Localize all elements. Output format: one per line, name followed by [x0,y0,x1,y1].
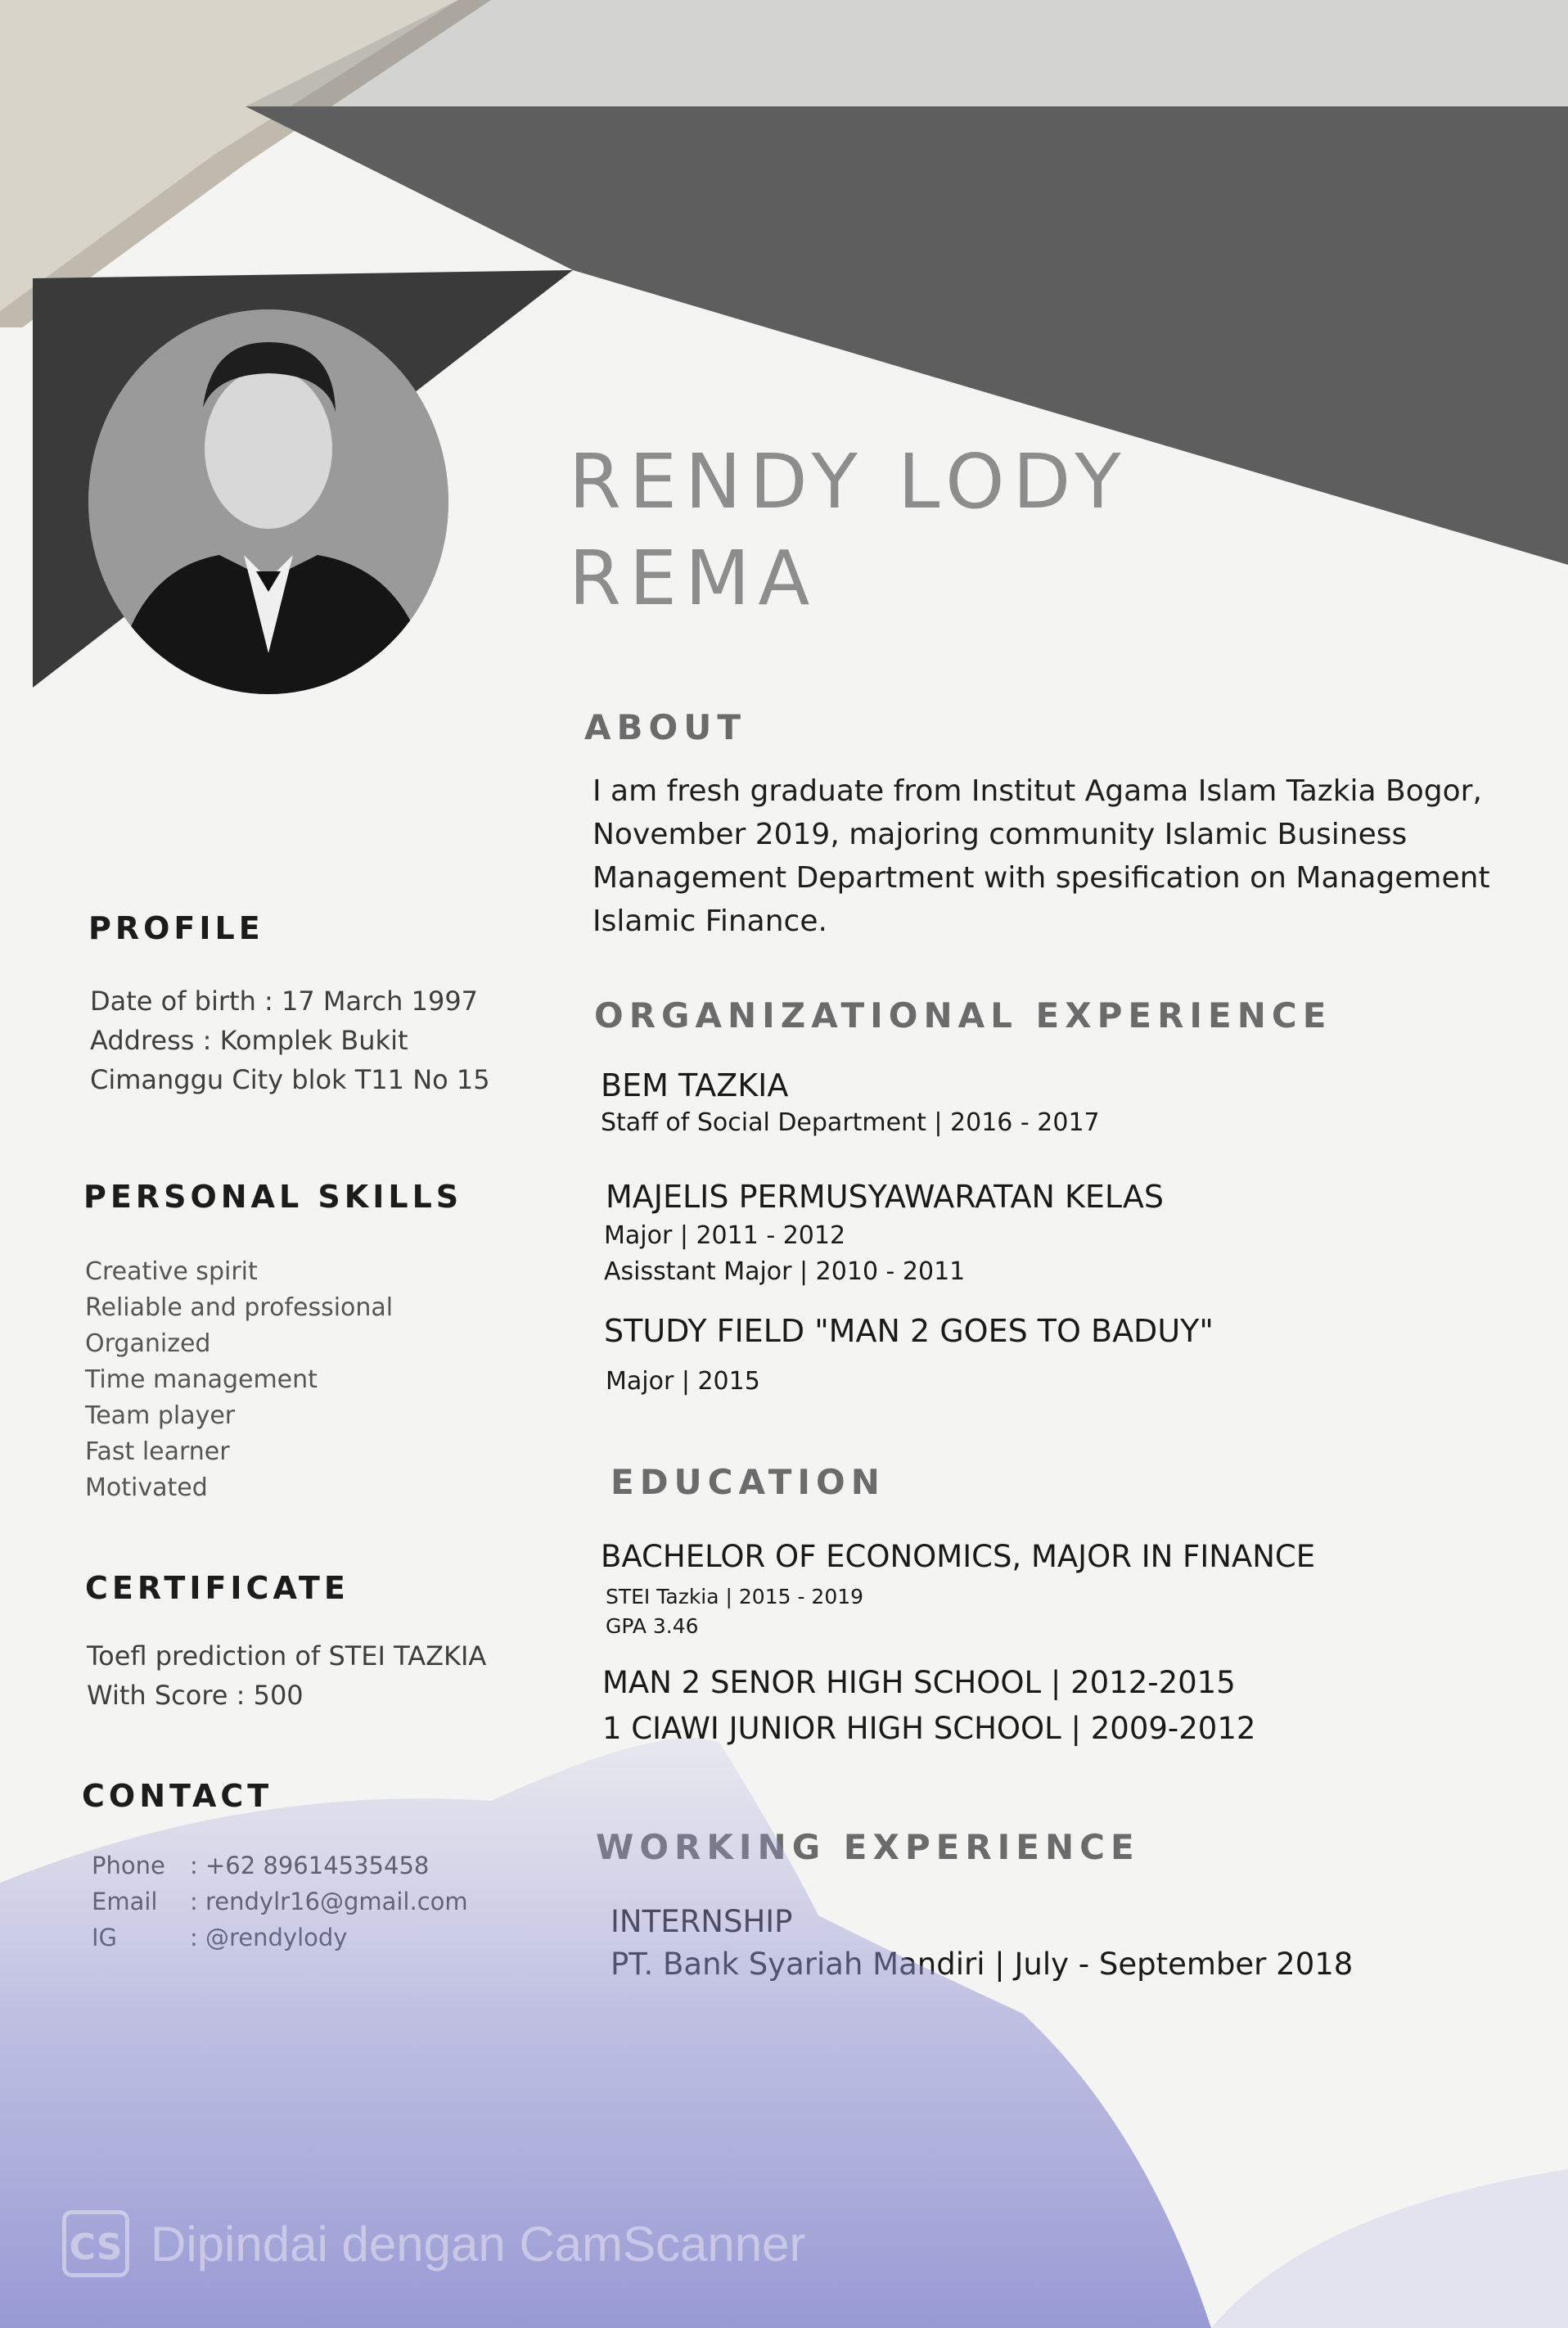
certificate-line: Toefl prediction of STEI TAZKIA [87,1640,487,1672]
org-title: MAJELIS PERMUSYAWARATAN KELAS [606,1179,1165,1215]
org-detail: Asisstant Major | 2010 - 2011 [604,1257,966,1286]
org-title: BEM TAZKIA [601,1067,789,1103]
camscanner-logo: CS [62,2210,129,2277]
org-title: STUDY FIELD "MAN 2 GOES TO BADUY" [604,1313,1214,1349]
camscanner-text: Dipindai dengan CamScanner [151,2216,806,2272]
education-school: STEI Tazkia | 2015 - 2019 [606,1585,864,1608]
org-heading: ORGANIZATIONAL EXPERIENCE [594,995,1332,1035]
work-title: INTERNSHIP [611,1904,793,1939]
skill-item: Organized [85,1329,211,1358]
org-detail: Major | 2011 - 2012 [604,1221,846,1250]
skill-item: Creative spirit [85,1257,258,1286]
profile-address: Address : Komplek Bukit [90,1025,408,1056]
education-high-school: MAN 2 SENOR HIGH SCHOOL | 2012-2015 [602,1665,1236,1700]
about-line: I am fresh graduate from Institut Agama … [593,774,1482,808]
profile-heading: PROFILE [88,910,264,946]
skill-item: Time management [85,1365,318,1394]
work-detail: PT. Bank Syariah Mandiri | July - Septem… [611,1947,1354,1982]
name-line-2: REMA [569,535,818,622]
about-heading: ABOUT [584,707,746,747]
skills-heading: PERSONAL SKILLS [83,1179,463,1215]
profile-address-cont: Cimanggu City blok T11 No 15 [90,1064,490,1095]
org-detail: Major | 2015 [606,1367,760,1396]
profile-dob: Date of birth : 17 March 1997 [90,986,479,1017]
skill-item: Fast learner [85,1437,230,1466]
contact-phone-label: Phone [92,1852,165,1879]
contact-email-label: Email [92,1888,158,1915]
education-heading: EDUCATION [611,1462,885,1502]
contact-heading: CONTACT [82,1778,273,1814]
work-heading: WORKING EXPERIENCE [596,1827,1140,1867]
contact-ig: : @rendylody [190,1924,348,1951]
camscanner-watermark: CS Dipindai dengan CamScanner [62,2210,806,2277]
skill-item: Reliable and professional [85,1293,394,1322]
about-line: Management Department with spesification… [593,861,1490,895]
profile-photo [88,309,448,694]
contact-phone: : +62 89614535458 [190,1852,430,1879]
education-junior-school: 1 CIAWI JUNIOR HIGH SCHOOL | 2009-2012 [602,1711,1256,1746]
about-text: I am fresh graduate from Institut Agama … [593,769,1517,943]
candidate-name: RENDY LODY REMA [569,434,1129,627]
name-line-1: RENDY LODY [569,438,1129,526]
org-detail: Staff of Social Department | 2016 - 2017 [601,1108,1100,1137]
education-gpa: GPA 3.46 [606,1614,699,1638]
about-line: Islamic Finance. [593,905,827,938]
skill-item: Team player [85,1401,236,1430]
contact-email: : rendylr16@gmail.com [190,1888,468,1915]
contact-ig-label: IG [92,1924,118,1951]
certificate-score: With Score : 500 [87,1680,304,1711]
certificate-heading: CERTIFICATE [85,1570,349,1606]
about-line: November 2019, majoring community Islami… [593,818,1408,851]
resume-page: RENDY LODY REMA PROFILE Date of birth : … [0,0,1568,2328]
skill-item: Motivated [85,1473,208,1502]
education-degree: BACHELOR OF ECONOMICS, MAJOR IN FINANCE [601,1539,1316,1574]
